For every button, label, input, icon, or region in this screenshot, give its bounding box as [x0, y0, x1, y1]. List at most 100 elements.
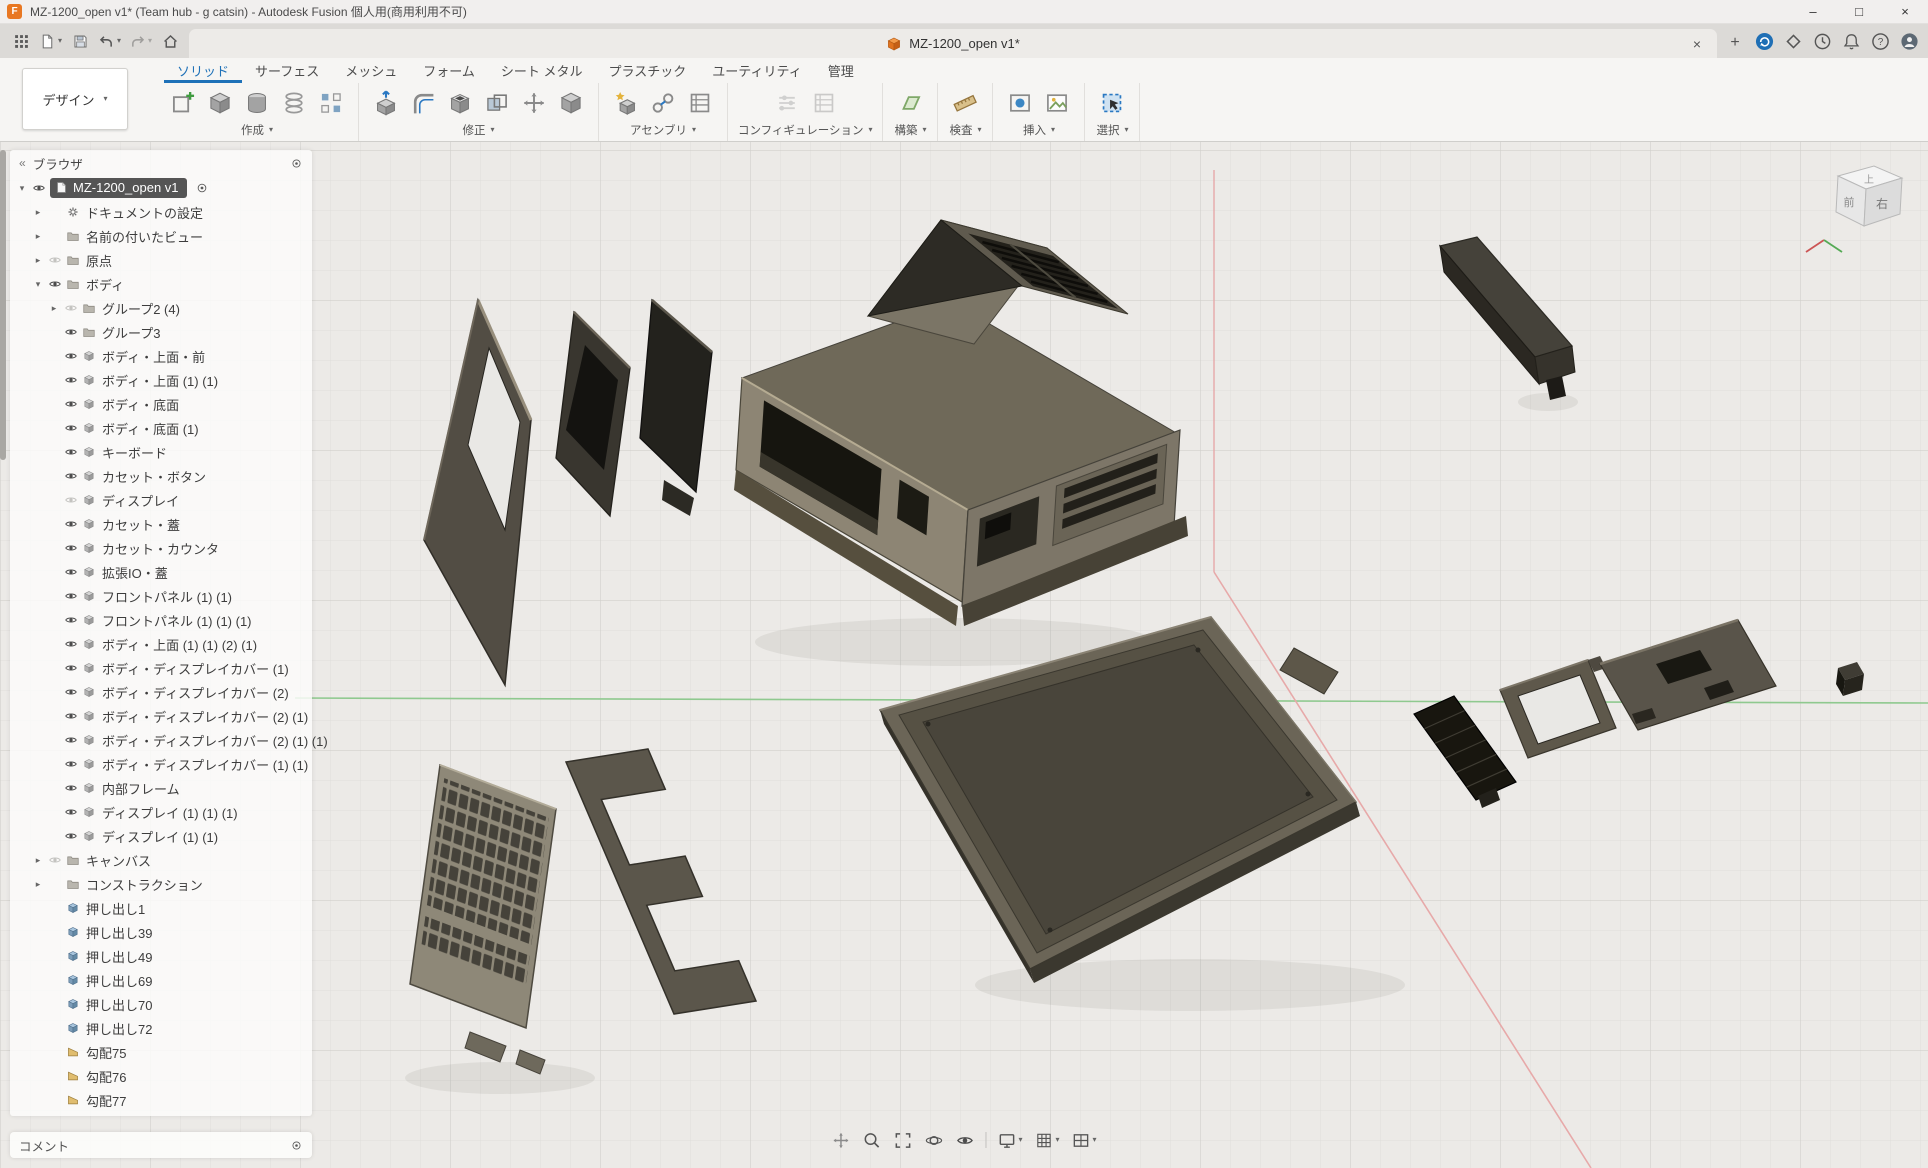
tree-item[interactable]: ボディ・底面 (1)	[14, 416, 312, 440]
visibility-eye-icon[interactable]	[62, 493, 80, 507]
extensions-button[interactable]	[1782, 30, 1804, 52]
tree-item[interactable]: 押し出し1	[14, 896, 312, 920]
visibility-eye-icon[interactable]	[62, 565, 80, 579]
tree-item[interactable]: 拡張IO・蓋	[14, 560, 312, 584]
tree-collapsed-arrow-icon[interactable]: ▸	[30, 231, 46, 242]
group-dropdown-修正[interactable]: 修正▾	[462, 122, 494, 141]
ribbon-tab-ユーティリティ[interactable]: ユーティリティ	[699, 58, 814, 83]
visibility-eye-icon[interactable]	[46, 853, 64, 867]
maximize-button[interactable]: □	[1836, 0, 1882, 23]
visibility-eye-icon[interactable]	[62, 325, 80, 339]
create-cylinder-button[interactable]	[240, 86, 274, 120]
insert-decal-button[interactable]	[1003, 86, 1037, 120]
ribbon-tab-メッシュ[interactable]: メッシュ	[332, 58, 410, 83]
tree-item[interactable]: ▸原点	[14, 248, 312, 272]
create-pattern-button[interactable]	[314, 86, 348, 120]
notifications-button[interactable]	[1840, 30, 1862, 52]
close-tab-button[interactable]: ×	[1687, 34, 1707, 54]
visibility-eye-icon[interactable]	[62, 301, 80, 315]
tree-item[interactable]: ボディ・上面・前	[14, 344, 312, 368]
visibility-eye-icon[interactable]	[62, 589, 80, 603]
group-dropdown-コンフィギュレーション[interactable]: コンフィギュレーション▾	[738, 122, 872, 141]
tree-collapsed-arrow-icon[interactable]: ▸	[30, 879, 46, 890]
configuration-table-button[interactable]	[807, 86, 841, 120]
help-button[interactable]: ?	[1869, 30, 1891, 52]
joint-list-button[interactable]	[683, 86, 717, 120]
visibility-eye-icon[interactable]	[46, 253, 64, 267]
visibility-eye-icon[interactable]	[62, 397, 80, 411]
visibility-eye-icon[interactable]	[62, 781, 80, 795]
tree-item[interactable]: ▸コンストラクション	[14, 872, 312, 896]
visibility-eye-icon[interactable]	[62, 541, 80, 555]
tree-collapsed-arrow-icon[interactable]: ▸	[46, 303, 62, 314]
tree-item[interactable]: ▾MZ-1200_open v1	[14, 176, 312, 200]
new-tab-button[interactable]: +	[1723, 31, 1747, 55]
tree-item[interactable]: ボディ・ディスプレイカバー (1) (1)	[14, 752, 312, 776]
group-dropdown-選択[interactable]: 選択▾	[1096, 122, 1128, 141]
file-menu-button[interactable]: ▾	[36, 27, 65, 55]
minimize-button[interactable]: –	[1790, 0, 1836, 23]
tree-item[interactable]: フロントパネル (1) (1)	[14, 584, 312, 608]
job-status-button[interactable]	[1753, 30, 1775, 52]
tree-item[interactable]: ▸グループ2 (4)	[14, 296, 312, 320]
zoom-button[interactable]	[856, 1126, 887, 1154]
tree-item[interactable]: 押し出し39	[14, 920, 312, 944]
orbit-button[interactable]	[918, 1126, 949, 1154]
tree-item[interactable]: キーボード	[14, 440, 312, 464]
visibility-eye-icon[interactable]	[62, 445, 80, 459]
tree-item[interactable]: ▾ボディ	[14, 272, 312, 296]
create-coil-button[interactable]	[277, 86, 311, 120]
tree-collapsed-arrow-icon[interactable]: ▸	[30, 255, 46, 266]
ribbon-tab-シート メタル[interactable]: シート メタル	[488, 58, 596, 83]
combine-button[interactable]	[480, 86, 514, 120]
workspace-selector[interactable]: デザイン ▾	[22, 68, 128, 130]
fit-button[interactable]	[887, 1126, 918, 1154]
undo-button[interactable]: ▾	[95, 27, 124, 55]
ribbon-tab-ソリッド[interactable]: ソリッド	[164, 58, 242, 83]
tree-item[interactable]: グループ3	[14, 320, 312, 344]
group-dropdown-作成[interactable]: 作成▾	[241, 122, 273, 141]
visibility-eye-icon[interactable]	[62, 709, 80, 723]
account-button[interactable]	[1898, 30, 1920, 52]
create-sketch-button[interactable]	[166, 86, 200, 120]
tree-item[interactable]: 押し出し70	[14, 992, 312, 1016]
tree-expanded-arrow-icon[interactable]: ▾	[14, 183, 30, 194]
save-button[interactable]	[67, 27, 93, 55]
ribbon-tab-プラスチック[interactable]: プラスチック	[596, 58, 700, 83]
recent-button[interactable]	[1811, 30, 1833, 52]
visibility-eye-icon[interactable]	[62, 613, 80, 627]
tree-item[interactable]: ボディ・ディスプレイカバー (2) (1) (1)	[14, 728, 312, 752]
tree-item[interactable]: ディスプレイ (1) (1)	[14, 824, 312, 848]
tree-item[interactable]: 内部フレーム	[14, 776, 312, 800]
tree-item[interactable]: カセット・ボタン	[14, 464, 312, 488]
ribbon-tab-管理[interactable]: 管理	[815, 58, 867, 83]
group-dropdown-構築[interactable]: 構築▾	[894, 122, 926, 141]
visibility-eye-icon[interactable]	[62, 637, 80, 651]
group-dropdown-挿入[interactable]: 挿入▾	[1023, 122, 1055, 141]
tree-expanded-arrow-icon[interactable]: ▾	[30, 279, 46, 290]
tree-item[interactable]: カセット・カウンタ	[14, 536, 312, 560]
tree-item[interactable]: ▸キャンバス	[14, 848, 312, 872]
tree-item[interactable]: 勾配77	[14, 1088, 312, 1112]
tree-item[interactable]: ディスプレイ	[14, 488, 312, 512]
group-dropdown-アセンブリ[interactable]: アセンブリ▾	[630, 122, 696, 141]
configuration-button[interactable]	[770, 86, 804, 120]
tree-collapsed-arrow-icon[interactable]: ▸	[30, 207, 46, 218]
visibility-eye-icon[interactable]	[62, 757, 80, 771]
display-settings-button[interactable]: ▾	[991, 1126, 1028, 1154]
tree-item[interactable]: ボディ・上面 (1) (1)	[14, 368, 312, 392]
new-component-button[interactable]	[609, 86, 643, 120]
visibility-eye-icon[interactable]	[46, 277, 64, 291]
visibility-eye-icon[interactable]	[30, 181, 48, 195]
comment-bar[interactable]: コメント	[10, 1132, 312, 1158]
tree-item[interactable]: フロントパネル (1) (1) (1)	[14, 608, 312, 632]
home-button[interactable]	[157, 27, 183, 55]
construct-plane-button[interactable]	[893, 86, 927, 120]
visibility-eye-icon[interactable]	[62, 517, 80, 531]
browser-display-settings-icon[interactable]	[290, 157, 303, 170]
tree-item[interactable]: ボディ・底面	[14, 392, 312, 416]
visibility-eye-icon[interactable]	[62, 421, 80, 435]
visibility-eye-icon[interactable]	[62, 685, 80, 699]
press-pull-button[interactable]	[369, 86, 403, 120]
tree-collapsed-arrow-icon[interactable]: ▸	[30, 855, 46, 866]
